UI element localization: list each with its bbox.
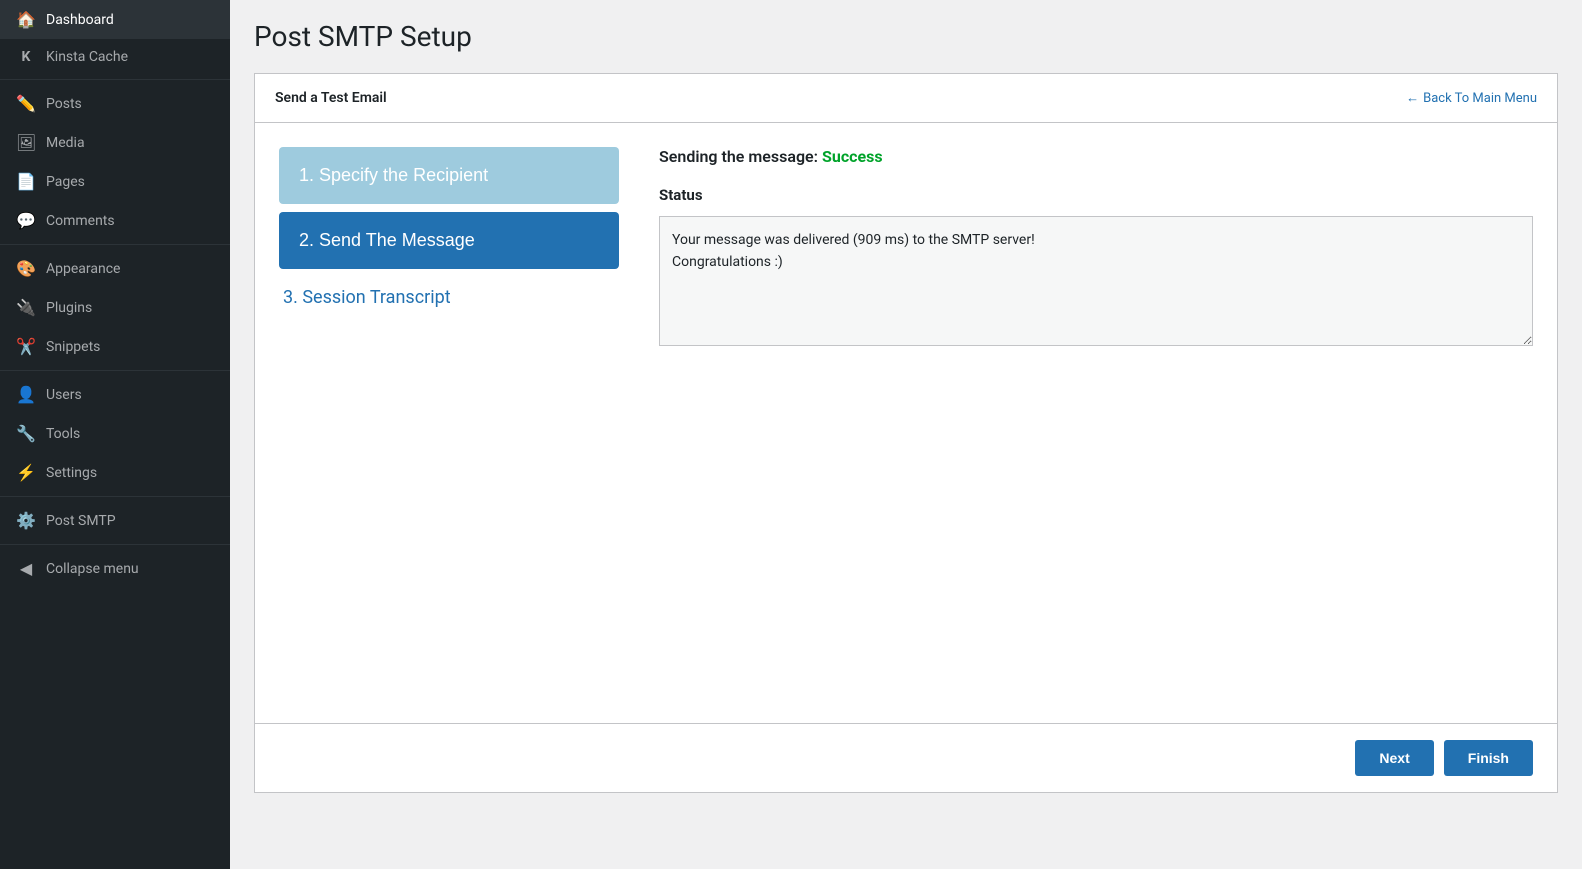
next-button[interactable]: Next — [1355, 740, 1433, 776]
settings-icon: ⚡ — [16, 463, 36, 482]
step-2-label: Send The Message — [319, 230, 475, 250]
dashboard-icon: 🏠 — [16, 10, 36, 29]
sidebar-item-appearance[interactable]: 🎨 Appearance — [0, 249, 230, 288]
card-body: 1. Specify the Recipient 2. Send The Mes… — [255, 123, 1557, 723]
plugins-icon: 🔌 — [16, 298, 36, 317]
step-1-button[interactable]: 1. Specify the Recipient — [279, 147, 619, 204]
sidebar-item-settings[interactable]: ⚡ Settings — [0, 453, 230, 492]
arrow-left-icon: ← — [1406, 90, 1419, 106]
result-panel: Sending the message: Success Status — [659, 147, 1533, 699]
sidebar-item-label: Posts — [46, 96, 82, 112]
sidebar-item-label: Media — [46, 135, 85, 151]
sidebar-divider — [0, 79, 230, 80]
sidebar-item-posts[interactable]: ✏️ Posts — [0, 84, 230, 123]
finish-button[interactable]: Finish — [1444, 740, 1533, 776]
sidebar-divider — [0, 544, 230, 545]
sidebar-item-label: Dashboard — [46, 12, 114, 28]
step-1-number: 1. — [299, 165, 314, 185]
appearance-icon: 🎨 — [16, 259, 36, 278]
sidebar-item-label: Plugins — [46, 300, 92, 316]
sidebar-item-tools[interactable]: 🔧 Tools — [0, 414, 230, 453]
sending-label: Sending the message: — [659, 147, 818, 166]
snippets-icon: ✂️ — [16, 337, 36, 356]
main-content: Post SMTP Setup Send a Test Email ← Back… — [230, 0, 1582, 869]
tools-icon: 🔧 — [16, 424, 36, 443]
sidebar-item-label: Collapse menu — [46, 561, 139, 577]
back-link-label: Back To Main Menu — [1423, 91, 1537, 106]
kinsta-icon: K — [16, 49, 36, 65]
sidebar-item-snippets[interactable]: ✂️ Snippets — [0, 327, 230, 366]
sidebar-item-label: Tools — [46, 426, 80, 442]
back-to-main-menu-link[interactable]: ← Back To Main Menu — [1406, 90, 1537, 106]
step-1-label: Specify the Recipient — [319, 165, 488, 185]
step-2-button[interactable]: 2. Send The Message — [279, 212, 619, 269]
sidebar-item-comments[interactable]: 💬 Comments — [0, 201, 230, 240]
step-1-item: 1. Specify the Recipient — [279, 147, 619, 204]
setup-card: Send a Test Email ← Back To Main Menu 1.… — [254, 73, 1558, 793]
sidebar-item-label: Kinsta Cache — [46, 49, 128, 65]
status-heading: Status — [659, 186, 1533, 204]
status-textarea[interactable] — [659, 216, 1533, 346]
sidebar-item-label: Users — [46, 387, 82, 403]
step-2-item: 2. Send The Message — [279, 212, 619, 269]
sidebar-item-collapse-menu[interactable]: ◀ Collapse menu — [0, 549, 230, 588]
sidebar-divider — [0, 244, 230, 245]
sidebar-item-kinsta-cache[interactable]: K Kinsta Cache — [0, 39, 230, 75]
page-title: Post SMTP Setup — [254, 20, 1558, 53]
sidebar-item-media[interactable]: 🖼 Media — [0, 123, 230, 162]
sidebar-item-label: Comments — [46, 213, 115, 229]
sidebar-divider — [0, 370, 230, 371]
success-label: Success — [822, 147, 883, 166]
sidebar-item-dashboard[interactable]: 🏠 Dashboard — [0, 0, 230, 39]
sidebar-divider — [0, 496, 230, 497]
sidebar-item-label: Appearance — [46, 261, 120, 277]
sending-status-line: Sending the message: Success — [659, 147, 1533, 166]
sidebar-item-plugins[interactable]: 🔌 Plugins — [0, 288, 230, 327]
sidebar-item-post-smtp[interactable]: ⚙️ Post SMTP — [0, 501, 230, 540]
step-3-number: 3. — [283, 287, 298, 308]
sidebar-item-label: Pages — [46, 174, 85, 190]
sidebar: 🏠 Dashboard K Kinsta Cache ✏️ Posts 🖼 Me… — [0, 0, 230, 869]
steps-panel: 1. Specify the Recipient 2. Send The Mes… — [279, 147, 619, 699]
users-icon: 👤 — [16, 385, 36, 404]
comments-icon: 💬 — [16, 211, 36, 230]
pages-icon: 📄 — [16, 172, 36, 191]
media-icon: 🖼 — [16, 133, 36, 152]
card-footer: Next Finish — [255, 723, 1557, 792]
sidebar-item-users[interactable]: 👤 Users — [0, 375, 230, 414]
card-header-title: Send a Test Email — [275, 90, 387, 106]
sidebar-item-label: Settings — [46, 465, 97, 481]
step-3-item: 3. Session Transcript — [279, 277, 619, 318]
sidebar-item-label: Snippets — [46, 339, 100, 355]
post-smtp-icon: ⚙️ — [16, 511, 36, 530]
step-2-number: 2. — [299, 230, 314, 250]
step-3-link[interactable]: 3. Session Transcript — [279, 277, 619, 318]
collapse-icon: ◀ — [16, 559, 36, 578]
sidebar-item-pages[interactable]: 📄 Pages — [0, 162, 230, 201]
step-3-label: Session Transcript — [302, 287, 450, 308]
posts-icon: ✏️ — [16, 94, 36, 113]
card-header: Send a Test Email ← Back To Main Menu — [255, 74, 1557, 123]
sidebar-item-label: Post SMTP — [46, 513, 116, 529]
